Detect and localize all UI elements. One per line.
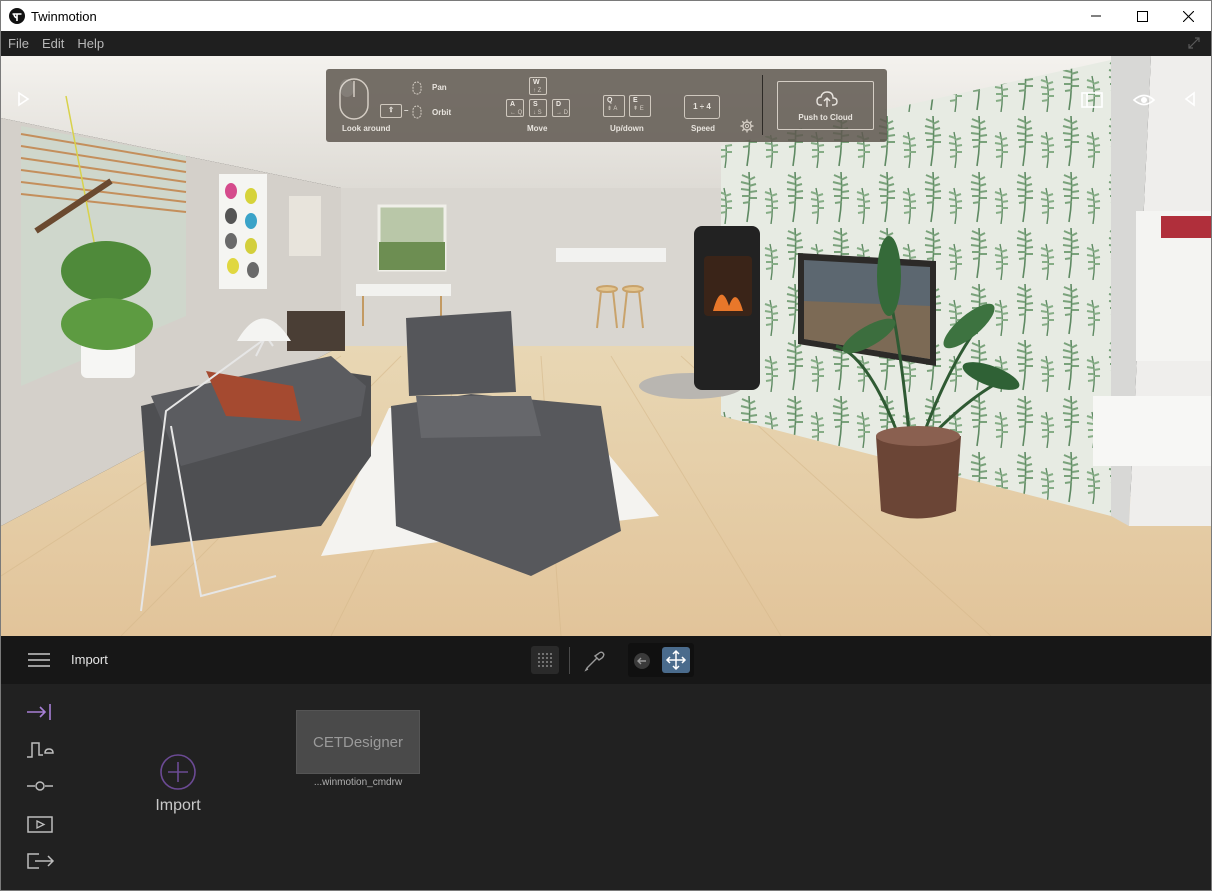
look-around-label: Look around [342, 124, 391, 133]
close-icon [1182, 10, 1194, 22]
twinmotion-logo-icon [9, 8, 25, 24]
move-label: Move [527, 124, 548, 133]
speed-keys: 1 ÷ 4 [684, 95, 720, 119]
living-room-scene [1, 56, 1211, 636]
import-icon[interactable] [25, 701, 55, 723]
asset-name: ...winmotion_cmdrw [313, 777, 403, 788]
key-e: E ⇞ E [629, 95, 651, 117]
window-title: Twinmotion [31, 8, 97, 24]
push-to-cloud-button[interactable]: Push to Cloud [777, 81, 874, 130]
eye-icon[interactable] [1132, 91, 1156, 109]
cloud-upload-icon [816, 91, 838, 107]
minimize-button[interactable] [1073, 1, 1119, 31]
back-arrow-icon[interactable] [633, 652, 651, 670]
shift-key: ⇧ [380, 104, 402, 118]
asset-thumbnail-text: CETDesigner [312, 734, 404, 751]
push-to-cloud-label: Push to Cloud [798, 113, 853, 122]
bottom-toolbar: Import [1, 636, 1211, 684]
hamburger-icon[interactable] [28, 653, 50, 667]
collapse-arrow-icon[interactable] [1183, 91, 1197, 107]
key-d: D → D [552, 99, 570, 117]
key-w: W ↑ Z [529, 77, 547, 95]
move-tool-button[interactable] [662, 647, 690, 673]
window-controls [1073, 1, 1211, 31]
menu-bar: File Edit Help [1, 31, 1211, 56]
gear-icon[interactable] [740, 119, 754, 133]
menu-file[interactable]: File [8, 36, 29, 51]
import-button[interactable]: Import [151, 754, 205, 824]
move-arrows-icon [665, 649, 687, 671]
grid-snap-button[interactable] [531, 646, 559, 674]
key-a: A ← Q [506, 99, 524, 117]
orbit-label: Orbit [432, 108, 452, 117]
asset-thumbnail[interactable]: CETDesigner [296, 710, 420, 774]
3d-viewport[interactable]: Look around Pan ⇧ – Orbit W ↑ Z A ← Q S ↓ S… [1, 56, 1211, 636]
maximize-button[interactable] [1119, 1, 1165, 31]
key-s: S ↓ S [529, 99, 547, 117]
grid-snap-icon [538, 653, 552, 667]
add-circle-icon [160, 754, 196, 790]
settings-slider-icon[interactable] [25, 775, 55, 797]
pan-label: Pan [432, 83, 447, 92]
key-q: Q ⇟ A [603, 95, 625, 117]
menu-edit[interactable]: Edit [42, 36, 64, 51]
transform-tools [628, 643, 694, 677]
pan-mouse-icon [412, 81, 422, 95]
panel-toggle-icon[interactable] [1081, 92, 1103, 108]
title-bar: Twinmotion [1, 1, 1211, 31]
maximize-icon [1136, 10, 1148, 22]
close-button[interactable] [1165, 1, 1211, 31]
media-icon[interactable] [25, 813, 55, 835]
eyedropper-icon[interactable] [581, 646, 607, 674]
mouse-icon [339, 78, 369, 120]
section-title: Import [71, 652, 108, 667]
import-label: Import [155, 797, 201, 814]
play-icon[interactable] [15, 91, 31, 107]
overlay-divider [762, 75, 763, 135]
speed-label: Speed [691, 124, 716, 133]
app-window: Twinmotion File Edit Help Look around Pa… [0, 0, 1212, 891]
fullscreen-expand-icon[interactable] [1187, 36, 1201, 50]
context-icon[interactable] [25, 738, 55, 760]
updown-label: Up/down [610, 124, 644, 133]
navigation-help-overlay: Look around Pan ⇧ – Orbit W ↑ Z A ← Q S ↓ S… [326, 69, 887, 142]
menu-help[interactable]: Help [77, 36, 104, 51]
orbit-mouse-icon [412, 105, 422, 119]
toolbar-divider [569, 647, 570, 674]
minimize-icon [1091, 15, 1101, 17]
export-icon[interactable] [25, 850, 55, 872]
import-panel: Import CETDesigner ...winmotion_cmdrw [1, 684, 1211, 890]
